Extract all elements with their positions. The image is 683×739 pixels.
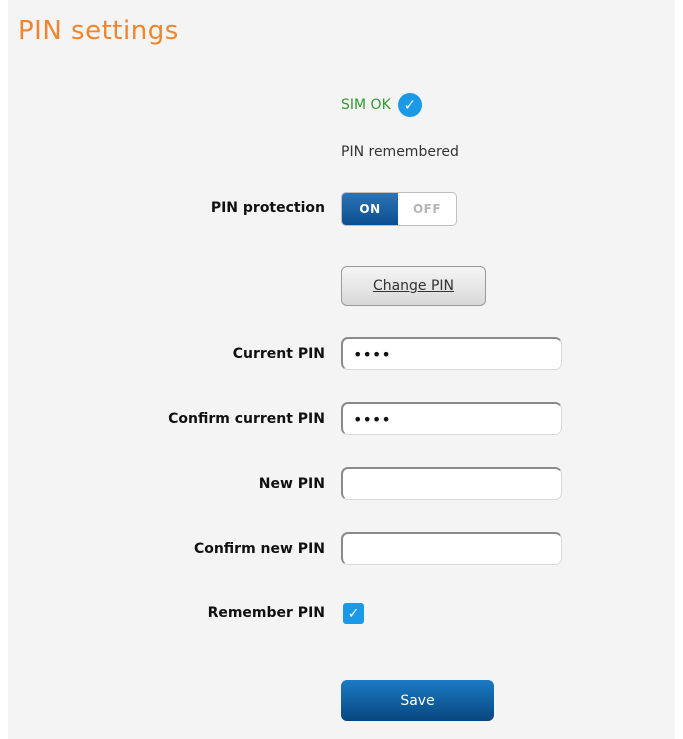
change-pin-button[interactable]: Change PIN xyxy=(341,266,486,306)
remember-pin-checkbox[interactable]: ✓ xyxy=(343,603,364,624)
confirm-current-pin-input[interactable] xyxy=(341,402,562,435)
page-title: PIN settings xyxy=(18,16,179,46)
new-pin-input[interactable] xyxy=(341,467,562,500)
confirm-new-pin-label: Confirm new PIN xyxy=(193,541,325,557)
new-pin-label: New PIN xyxy=(258,476,325,492)
remember-pin-label: Remember PIN xyxy=(207,605,325,621)
current-pin-input[interactable] xyxy=(341,337,562,370)
pin-status-text: PIN remembered xyxy=(341,144,459,160)
save-button[interactable]: Save xyxy=(341,680,494,721)
toggle-off-option[interactable]: OFF xyxy=(398,193,456,225)
sim-status: SIM OK ✓ xyxy=(341,93,422,117)
toggle-on-option[interactable]: ON xyxy=(342,193,398,225)
pin-protection-label: PIN protection xyxy=(210,200,325,216)
sim-status-text: SIM OK xyxy=(341,97,391,113)
confirm-current-pin-label: Confirm current PIN xyxy=(168,411,325,427)
settings-panel: PIN settings SIM OK ✓ PIN remembered PIN… xyxy=(8,0,675,739)
confirm-new-pin-input[interactable] xyxy=(341,532,562,565)
pin-protection-toggle[interactable]: ON OFF xyxy=(341,192,457,226)
check-circle-icon: ✓ xyxy=(397,93,422,117)
current-pin-label: Current PIN xyxy=(232,346,325,362)
